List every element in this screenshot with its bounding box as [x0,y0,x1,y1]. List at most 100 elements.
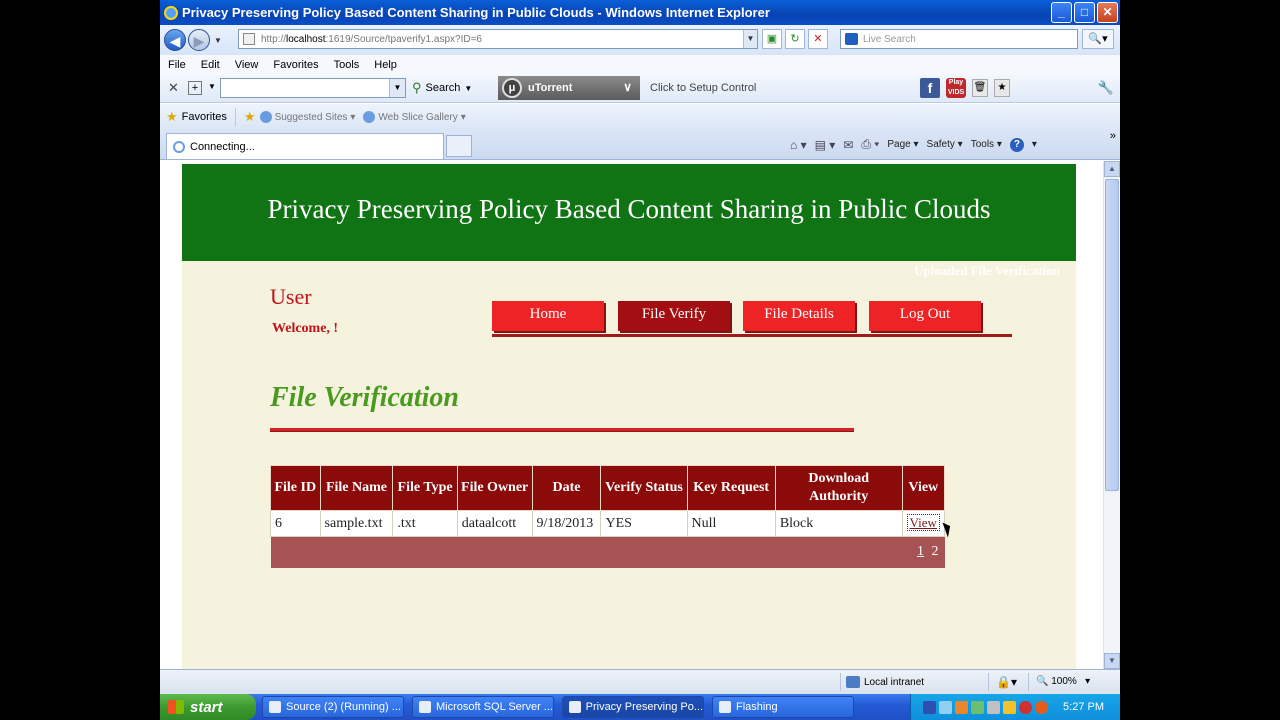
toolbar-add-icon[interactable]: + [188,81,202,95]
menu-help[interactable]: Help [374,59,397,71]
toolbar-search-input[interactable]: ▼ [220,78,406,98]
windows-logo-icon [168,700,184,714]
print-icon[interactable]: ⎙ ▾ [861,137,879,152]
window-controls: _ □ ✕ [1051,2,1118,23]
menu-tools[interactable]: Tools [334,59,360,71]
menu-favorites[interactable]: Favorites [273,59,318,71]
cell-file-id: 6 [270,510,321,537]
nav-home[interactable]: Home [492,301,604,331]
utorrent-button[interactable]: μ uTorrent ∨ [498,76,640,100]
tray-icon[interactable] [955,700,969,714]
tools-menu[interactable]: Tools ▾ [971,139,1002,150]
zoom-control[interactable]: 🔍 100% ▾ [1036,676,1090,687]
maximize-button[interactable]: □ [1074,2,1095,23]
favorites-button[interactable]: Favorites [182,111,227,123]
tab-current[interactable]: Connecting... [166,133,444,159]
cell-key-request: Null [686,510,776,537]
taskbar-item-source[interactable]: Source (2) (Running) ... [262,696,404,718]
cell-verify-status: YES [600,510,688,537]
help-dropdown-icon[interactable]: ▾ [1032,139,1037,150]
compat-view-icon[interactable]: ▣ [762,29,782,49]
tray-icon[interactable] [923,700,937,714]
tray-icon[interactable] [1019,700,1033,714]
refresh-icon[interactable]: ↻ [785,29,805,49]
view-link[interactable]: View [906,514,940,531]
protected-mode-icon[interactable]: 🔒▾ [996,675,1017,689]
wrench-icon[interactable]: 🔧 [1098,80,1114,96]
chevron-down-icon: ∨ [623,80,632,94]
address-field[interactable]: http://localhost:1619/Source/tpaverify1.… [238,29,758,49]
suggested-sites-link[interactable]: Suggested Sites ▾ [259,111,355,123]
vertical-scrollbar[interactable]: ▲ ▼ [1103,161,1120,669]
page-menu[interactable]: Page ▾ [887,139,918,150]
live-search-placeholder: Live Search [863,33,916,45]
new-tab-button[interactable] [446,135,472,157]
setup-control-link[interactable]: Click to Setup Control [650,82,756,94]
help-icon[interactable]: ? [1009,137,1024,152]
nav-log-out[interactable]: Log Out [869,301,981,331]
suggested-sites-label: Suggested Sites [274,111,348,123]
security-zone[interactable]: Local intranet [846,676,924,688]
nav-file-details[interactable]: File Details [743,301,855,331]
pager-page-2[interactable]: 2 [932,544,939,559]
security-shield-icon[interactable] [1003,700,1017,714]
stop-icon[interactable]: ✕ [808,29,828,49]
minimize-button[interactable]: _ [1051,2,1072,23]
file-table: File ID File Name File Type File Owner D… [270,465,946,568]
taskbar-item-flashing[interactable]: Flashing [712,696,854,718]
facebook-icon[interactable]: f [920,78,940,98]
scroll-up-icon[interactable]: ▲ [1104,161,1120,177]
safety-menu-label: Safety [926,139,955,150]
mail-icon[interactable]: ✉ [843,138,853,152]
toolbar-dropdown-icon[interactable]: ▼ [208,82,216,91]
toolbar-input-dropdown-icon[interactable]: ▼ [389,79,405,97]
table-header-row: File ID File Name File Type File Owner D… [270,465,946,511]
web-slice-gallery-link[interactable]: Web Slice Gallery ▾ [363,111,466,123]
history-dropdown-icon[interactable]: ▼ [214,36,222,45]
add-favorite-icon[interactable]: ★ [244,109,256,125]
title-bar[interactable]: Privacy Preserving Policy Based Content … [160,0,1120,25]
favorites-star-icon: ★ [166,109,178,124]
tools-menu-label: Tools [970,139,995,150]
nav-file-verify[interactable]: File Verify [618,301,730,331]
search-button[interactable]: 🔍▾ [1082,29,1114,49]
live-search-input[interactable]: Live Search [840,29,1078,49]
menu-view[interactable]: View [235,59,259,71]
feeds-icon[interactable]: ▤ ▾ [815,138,836,152]
visual-studio-icon [269,701,281,713]
ie-page-icon [259,111,272,123]
utorrent-label: uTorrent [528,82,573,94]
taskbar-item-browser[interactable]: Privacy Preserving Po... [562,696,704,718]
ie-page-icon [363,111,376,123]
back-button[interactable]: ◀ [164,29,186,51]
forward-button[interactable]: ▶ [188,29,210,51]
start-button[interactable]: start [160,694,256,720]
tray-icon[interactable] [987,700,1001,714]
home-icon[interactable]: ⌂ ▾ [790,138,807,152]
menu-edit[interactable]: Edit [201,59,220,71]
tray-icon[interactable] [971,700,985,714]
search-dropdown-icon[interactable]: ▼ [464,84,472,93]
toolbar-search-button[interactable]: ⚲ Search ▼ [412,80,472,96]
taskbar-item-label: Source (2) (Running) ... [286,701,401,713]
sql-server-icon [419,701,431,713]
pager-page-1[interactable]: 1 [917,544,924,559]
menu-file[interactable]: File [168,59,186,71]
tray-icon[interactable] [939,700,953,714]
address-dropdown-icon[interactable]: ▼ [743,30,757,48]
safety-menu[interactable]: Safety ▾ [927,139,963,150]
clock[interactable]: 5:27 PM [1063,701,1104,713]
bookmark-icon[interactable]: ★ [994,79,1010,97]
welcome-text: Welcome, ! [272,321,339,336]
tray-icon[interactable] [1035,700,1049,714]
toolbar-close-icon[interactable]: ✕ [168,80,179,96]
close-button[interactable]: ✕ [1097,2,1118,23]
scroll-thumb[interactable] [1105,179,1119,491]
play-vids-icon[interactable]: Play VIDS [946,78,966,98]
user-heading: User [270,284,312,309]
chevron-more-icon[interactable]: » [1110,130,1116,142]
taskbar-item-sql-server[interactable]: Microsoft SQL Server ... [412,696,554,718]
taskbar-item-label: Privacy Preserving Po... [585,701,703,713]
trash-icon[interactable]: 🗑 [972,79,988,97]
scroll-down-icon[interactable]: ▼ [1104,653,1120,669]
